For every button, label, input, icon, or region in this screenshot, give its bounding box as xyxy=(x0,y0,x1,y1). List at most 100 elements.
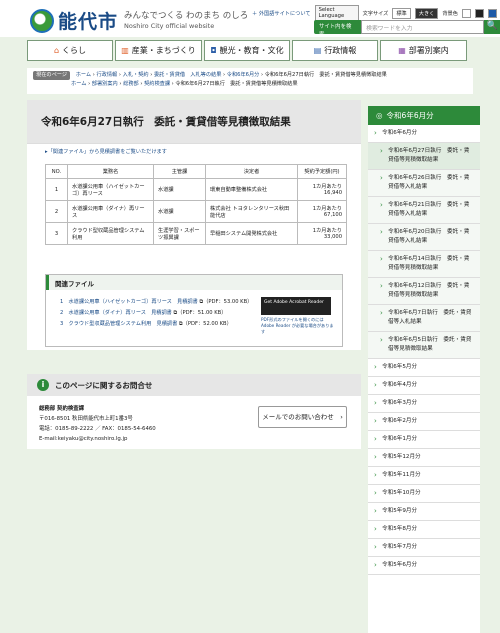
gnav-departments[interactable]: ▦ 部署別案内 xyxy=(380,40,467,61)
gnav-admin[interactable]: ▤ 行政情報 xyxy=(292,40,378,61)
foreign-language-link[interactable]: ＋ 外国語サイトについて xyxy=(252,10,311,17)
contact-email: E-mail:keiyaku@city.noshiro.lg.jp xyxy=(39,436,128,442)
contact-heading: このページに関するお問合せ xyxy=(55,380,153,390)
download-note: ▸「関連ファイル」から見積調書をご覧いただけます xyxy=(45,149,167,155)
document-icon: ▤ xyxy=(313,46,322,55)
search-input[interactable]: 検索ワードを入力 xyxy=(361,20,485,34)
circle-icon: ◎ xyxy=(376,111,383,120)
global-nav: ⌂ くらし ▥ 産業・まちづくり ◘ 観光・教育・文化 ▤ 行政情報 ▦ 部署別案内 xyxy=(27,40,467,61)
sidebar-item[interactable]: 令和6年2月分 xyxy=(368,413,480,431)
site-tagline-en: Noshiro City official website xyxy=(124,22,215,30)
bg-white-button[interactable] xyxy=(461,8,471,18)
site-logo[interactable]: 能代市 xyxy=(30,7,118,34)
file-link-3[interactable]: 3 クラウド型収蔵品管理システム利用 見積調書 xyxy=(60,321,177,327)
file-link-1[interactable]: 1 水道課公用車（ハイゼットカーゴ）再リース 見積調書 xyxy=(60,299,198,305)
bg-blue-button[interactable] xyxy=(487,8,497,18)
sidebar-item[interactable]: 令和5年6月分 xyxy=(368,557,480,575)
sidebar-item[interactable]: 令和6年6月14日執行 委託・賃貸借等見積徴取結果 xyxy=(368,251,480,278)
house-icon: ⌂ xyxy=(53,46,60,55)
bc2-busho[interactable]: 部署別案内 xyxy=(92,81,118,87)
list-item: 3 クラウド型収蔵品管理システム利用 見積調書 ⧉（PDF：52.00 KB） xyxy=(60,321,232,327)
sidebar-item[interactable]: 令和5年12月分 xyxy=(368,449,480,467)
table-row: 3 クラウド型収蔵品管理システム利用 生涯学習・スポーツ振興課 早稲田システム開… xyxy=(45,222,347,245)
related-files-box: 関連ファイル 1 水道課公用車（ハイゼットカーゴ）再リース 見積調書 ⧉（PDF… xyxy=(45,274,343,347)
bc-gyosei[interactable]: 行政情報 xyxy=(96,72,117,78)
contact-heading-bar: i このページに関するお問合せ xyxy=(27,374,361,396)
bc2-home[interactable]: ホーム xyxy=(71,81,86,87)
related-files-heading: 関連ファイル xyxy=(46,275,342,290)
list-item: 1 水道課公用車（ハイゼットカーゴ）再リース 見積調書 ⧉（PDF：53.00 … xyxy=(60,299,253,305)
sidebar-item[interactable]: 令和6年6月分 xyxy=(368,125,480,143)
contact-dept: 総務部 契約検査課 xyxy=(39,406,85,412)
results-table: NO. 業務名 主管課 決定者 契約予定額(円) 1 水道課公用車（ハイゼットカ… xyxy=(45,164,347,245)
contact-box: i このページに関するお問合せ 総務部 契約検査課 〒016-8501 秋田県能代… xyxy=(27,374,361,449)
utility-links: ＋ 外国語サイトについて Select Language 文字サイズ 標準 大き… xyxy=(252,5,497,21)
sidebar-item[interactable]: 令和6年6月20日執行 委託・賃貸借等入札結果 xyxy=(368,224,480,251)
contact-details: 総務部 契約検査課 〒016-8501 秋田県能代市上町1番3号 電話：0185… xyxy=(39,404,156,444)
sidebar-heading: ◎ 令和6年6月分 xyxy=(368,106,480,125)
sidebar-item[interactable]: 令和6年6月26日執行 委託・賃貸借等入札結果 xyxy=(368,170,480,197)
sidebar-item[interactable]: 令和5年11月分 xyxy=(368,467,480,485)
sidebar-item[interactable]: 令和5年7月分 xyxy=(368,539,480,557)
sidebar-item[interactable]: 令和5年10月分 xyxy=(368,485,480,503)
search-label: サイト内を検索 xyxy=(314,20,362,38)
bc-itaku[interactable]: 委託・賃貸借 入札等の結果 xyxy=(154,72,221,78)
bc2-somu[interactable]: 総務部 xyxy=(123,81,139,87)
sidebar-item[interactable]: 令和6年1月分 xyxy=(368,431,480,449)
bc2-keiyaku[interactable]: 契約検査課 xyxy=(144,81,170,87)
site-search: サイト内を検索 検索ワードを入力 🔍 xyxy=(314,20,500,38)
bg-color-label: 背景色 xyxy=(442,10,458,17)
main-content: 令和6年6月27日執行 委託・賃貸借等見積徴取結果 ▸「関連ファイル」から見積調… xyxy=(27,100,361,350)
breadcrumb: 現在のページ ホーム › 行政情報 › 入札・契約 › 委託・賃貸借 入札等の結… xyxy=(27,68,473,94)
sidebar: ◎令和6年6月分 令和6年6月分令和6年6月27日執行 委託・賃貸借等見積徴取結… xyxy=(368,106,480,633)
sidebar-item[interactable]: 令和6年3月分 xyxy=(368,395,480,413)
site-header: 能代市 みんなでつくる わのまち のしろ Noshiro City offici… xyxy=(0,0,500,38)
mail-contact-button[interactable]: メールでのお問い合わせ › xyxy=(258,406,347,428)
sidebar-item[interactable]: 令和6年6月12日執行 委託・賃貸借等見積徴取結果 xyxy=(368,278,480,305)
site-name: 能代市 xyxy=(58,11,119,33)
related-files-link[interactable]: ▸「関連ファイル」 xyxy=(45,149,89,155)
gnav-kurashi[interactable]: ⌂ くらし xyxy=(27,40,113,61)
sidebar-item[interactable]: 令和6年6月21日執行 委託・賃貸借等入札結果 xyxy=(368,197,480,224)
font-size-large-button[interactable]: 大きく xyxy=(414,7,439,19)
factory-icon: ▥ xyxy=(121,46,129,55)
sidebar-item[interactable]: 令和6年4月分 xyxy=(368,377,480,395)
font-size-standard-button[interactable]: 標準 xyxy=(392,7,411,19)
table-row: 2 水道課公用車（ダイナ）再リース 水道課 株式会社 トヨタレンタリース秋田 能… xyxy=(45,200,347,223)
bc-month[interactable]: 令和6年6月分 xyxy=(227,72,260,78)
col-amount: 契約予定額(円) xyxy=(297,164,347,179)
info-icon: i xyxy=(37,379,49,391)
sidebar-item[interactable]: 令和6年6月7日執行 委託・賃貸借等入札結果 xyxy=(368,305,480,332)
bg-black-button[interactable] xyxy=(474,8,484,18)
sidebar-item[interactable]: 令和6年6月27日執行 委託・賃貸借等見積徴取結果 xyxy=(368,143,480,170)
bc-nyusatsu[interactable]: 入札・契約 xyxy=(123,72,149,78)
gnav-industry[interactable]: ▥ 産業・まちづくり xyxy=(115,40,202,61)
camera-icon: ◘ xyxy=(210,46,217,55)
bc-home[interactable]: ホーム xyxy=(76,72,91,78)
file-link-2[interactable]: 2 水道課公用車（ダイナ）再リース 見積調書 xyxy=(60,310,172,316)
sidebar-item[interactable]: 令和6年6月5日執行 委託・賃貸借等見積徴取結果 xyxy=(368,332,480,359)
breadcrumb-label: 現在のページ xyxy=(33,71,71,80)
col-winner: 決定者 xyxy=(205,164,298,179)
list-item: 2 水道課公用車（ダイナ）再リース 見積調書 ⧉（PDF：51.00 KB） xyxy=(60,310,227,316)
gnav-tourism[interactable]: ◘ 観光・教育・文化 xyxy=(204,40,290,61)
col-dept: 主管課 xyxy=(153,164,206,179)
font-size-label: 文字サイズ xyxy=(362,10,389,17)
sidebar-item[interactable]: 令和5年8月分 xyxy=(368,521,480,539)
sidebar-item[interactable]: 令和5年9月分 xyxy=(368,503,480,521)
adobe-note-link[interactable]: PDF形式のファイルを開くのには Adobe Reader が必要な場合がありま… xyxy=(261,317,336,335)
search-button[interactable]: 🔍 xyxy=(484,20,500,34)
page-title: 令和6年6月27日執行 委託・賃貸借等見積徴取結果 xyxy=(27,100,361,144)
sidebar-item[interactable]: 令和6年5月分 xyxy=(368,359,480,377)
contact-phone: 電話：0185-89-2222 ／ FAX：0185-54-6460 xyxy=(39,426,156,432)
table-row: 1 水道課公用車（ハイゼットカーゴ）再リース 水道課 環東自動車整備株式会社 1… xyxy=(45,178,347,201)
bc-current: 令和6年6月27日執行 委託・賃貸借等見積徴取結果 xyxy=(264,72,387,78)
city-emblem-icon xyxy=(30,8,54,33)
bc2-current: 令和6年6月27日執行 委託・賃貸借等見積徴取結果 xyxy=(175,81,298,87)
file-list: 1 水道課公用車（ハイゼットカーゴ）再リース 見積調書 ⧉（PDF：53.00 … xyxy=(60,297,252,330)
sidebar-list: 令和6年6月分令和6年6月27日執行 委託・賃貸借等見積徴取結果令和6年6月26… xyxy=(368,125,480,575)
table-header-row: NO. 業務名 主管課 決定者 契約予定額(円) xyxy=(45,164,347,179)
adobe-reader-button[interactable]: Get Adobe Acrobat Reader xyxy=(261,297,331,315)
contact-address: 〒016-8501 秋田県能代市上町1番3号 xyxy=(39,416,133,422)
language-select[interactable]: Select Language xyxy=(314,5,359,21)
